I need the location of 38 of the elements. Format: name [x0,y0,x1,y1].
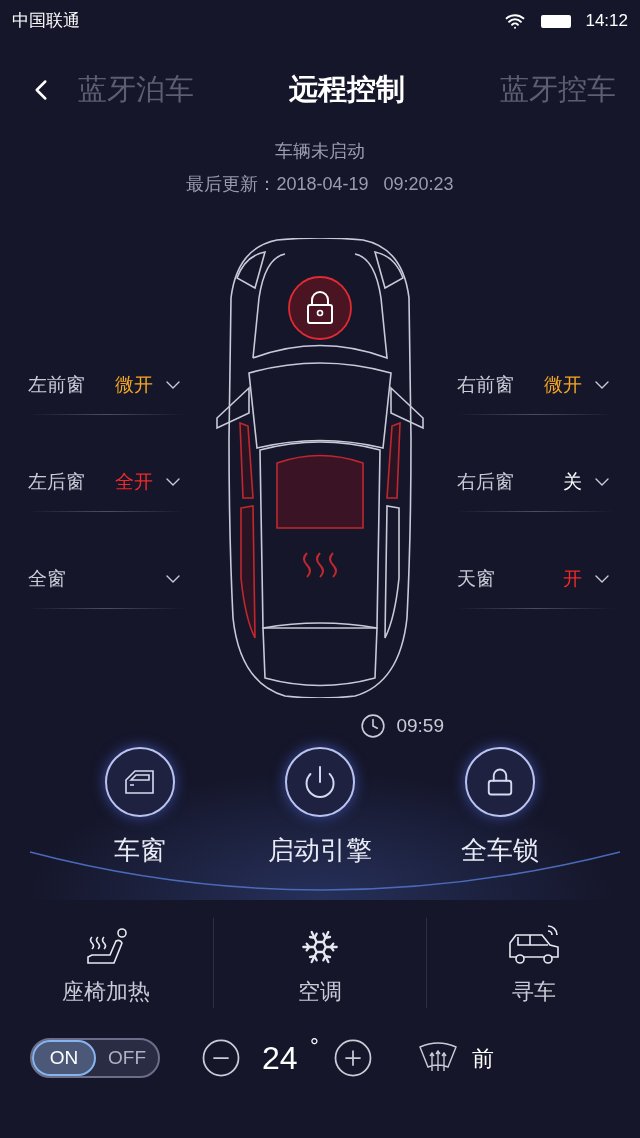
window-label: 右前窗 [457,372,515,397]
action-label: 启动引擎 [268,833,372,867]
temperature-value: 24 [262,1039,299,1078]
on-off-toggle[interactable]: ON OFF [30,1038,160,1078]
feature-label: 寻车 [511,978,556,1006]
nav-tab[interactable]: 远程控制 [289,68,405,112]
feature-label: 空调 [298,978,342,1006]
toggle-on[interactable]: ON [32,1040,96,1076]
action-button[interactable] [285,746,355,817]
plus-button[interactable] [332,1037,374,1079]
action-label: 车窗 [114,833,166,867]
action-button[interactable] [465,746,535,817]
window-label: 天窗 [457,566,496,591]
battery-icon [541,14,572,28]
window-label: 右后窗 [457,469,515,494]
clock-time: 14:12 [585,10,628,33]
degree-sign: ° [310,1033,320,1061]
defrost-label: 前 [472,1044,494,1073]
window-label: 左前窗 [28,372,86,397]
carrier-name: 中国联通 [12,10,80,33]
vehicle-status: 车辆未启动 [275,140,365,163]
window-state: 全开 [115,469,153,494]
action-button[interactable] [105,746,175,817]
toggle-off[interactable]: OFF [96,1040,158,1076]
window-state: 微开 [544,372,582,397]
minus-button[interactable] [200,1037,242,1079]
window-state: 开 [563,566,582,591]
clock-icon [360,713,387,740]
countdown-time: 09:59 [396,714,444,738]
action-label: 全车锁 [461,833,539,867]
feature-label: 座椅加热 [62,978,151,1006]
window-state: 关 [563,469,582,494]
last-update: 最后更新：2018-04-19 09:20:23 [186,173,454,196]
wifi-icon [505,11,526,31]
lock-icon [485,766,515,797]
window-label: 左后窗 [28,469,86,494]
window-state: 微开 [115,372,153,397]
window-label: 全窗 [28,566,67,591]
